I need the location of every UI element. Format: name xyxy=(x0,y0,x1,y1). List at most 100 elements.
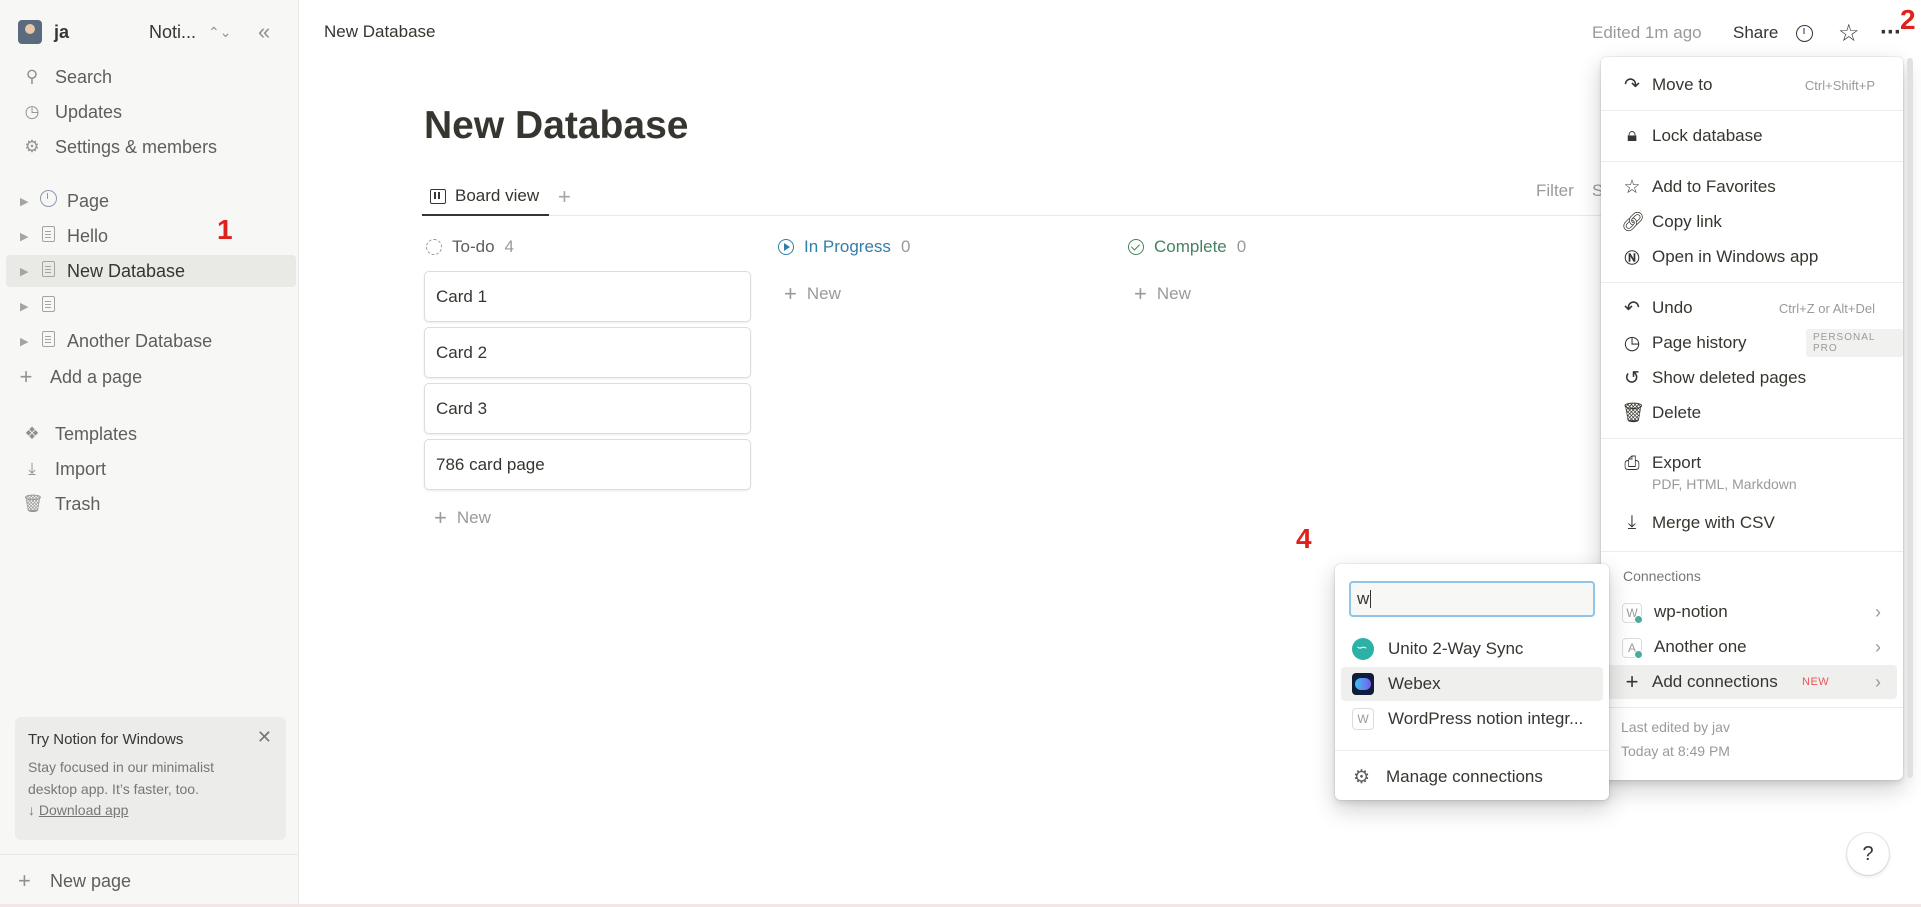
expand-triangle-icon[interactable]: ▶ xyxy=(20,265,28,278)
menu-item-label: Another one xyxy=(1654,637,1747,656)
page-title[interactable]: New Database xyxy=(424,104,688,148)
sidebar-item-page[interactable]: ▶ Page xyxy=(0,185,298,217)
menu-item-open-in-windows-app[interactable]: Ⓝ Open in Windows app xyxy=(1601,240,1903,274)
board-card[interactable]: Card 3 xyxy=(424,383,751,434)
menu-item-page-history[interactable]: ◷ Page history PERSONAL PRO xyxy=(1601,326,1903,360)
trash-icon: 🗑 xyxy=(22,494,44,513)
sidebar-item-hello[interactable]: ▶ Hello xyxy=(0,220,298,252)
shortcut-hint: Ctrl+Z or Alt+Del xyxy=(1778,300,1875,316)
result-label: Webex xyxy=(1388,674,1441,693)
workspace-switcher[interactable]: ja Noti... ⌃⌄ « xyxy=(18,19,288,45)
sidebar-item-redacted[interactable]: ▶ xyxy=(0,290,298,322)
todo-new-button[interactable]: + New xyxy=(434,505,491,531)
column-title: To-do xyxy=(452,237,495,256)
add-page-button[interactable]: + Add a page xyxy=(0,361,298,393)
menu-item-merge-with-csv[interactable]: ⤓ Merge with CSV xyxy=(1601,506,1903,540)
board-card[interactable]: Card 1 xyxy=(424,271,751,322)
menu-item-connection-wp-notion[interactable]: W wp-notion › xyxy=(1601,595,1903,629)
menu-item-subtitle: PDF, HTML, Markdown xyxy=(1652,476,1797,492)
sidebar-updates[interactable]: ◷ Updates xyxy=(0,96,298,128)
menu-item-label: Open in Windows app xyxy=(1652,247,1819,266)
board-icon xyxy=(430,188,446,204)
favorite-star-icon[interactable]: ☆ xyxy=(1838,20,1860,47)
menu-divider xyxy=(1601,110,1903,111)
in-progress-new-button[interactable]: + New xyxy=(784,281,841,307)
todo-status-icon xyxy=(426,239,442,255)
expand-triangle-icon[interactable]: ▶ xyxy=(20,195,28,208)
menu-scrollbar[interactable] xyxy=(1907,58,1913,778)
menu-item-delete[interactable]: 🗑︎ Delete xyxy=(1601,396,1903,430)
complete-new-button[interactable]: + New xyxy=(1134,281,1191,307)
workspace-user: ja xyxy=(54,21,70,42)
more-options-icon[interactable]: ··· xyxy=(1880,19,1902,46)
menu-item-show-deleted-pages[interactable]: ↺ Show deleted pages xyxy=(1601,361,1903,395)
connection-result-wordpress[interactable]: W WordPress notion integr... xyxy=(1335,702,1609,736)
history-button[interactable] xyxy=(1796,20,1813,46)
restore-icon: ↺ xyxy=(1624,367,1640,389)
history-icon: ◷ xyxy=(1623,332,1641,354)
chevron-right-icon: › xyxy=(1875,671,1881,692)
breadcrumb[interactable]: New Database xyxy=(324,22,436,42)
connection-result-unito[interactable]: Unito 2-Way Sync xyxy=(1335,632,1609,666)
column-title: In Progress xyxy=(804,237,891,256)
add-page-label: Add a page xyxy=(50,366,143,387)
expand-triangle-icon[interactable]: ▶ xyxy=(20,300,28,313)
menu-item-label: Undo xyxy=(1652,298,1693,317)
menu-item-add-connections[interactable]: + Add connections NEW › xyxy=(1607,665,1897,699)
connection-result-webex[interactable]: Webex xyxy=(1341,667,1603,701)
expand-triangle-icon[interactable]: ▶ xyxy=(20,230,28,243)
download-app-label: Download app xyxy=(38,802,129,818)
menu-item-lock-database[interactable]: 🔒︎ Lock database xyxy=(1601,119,1903,153)
sidebar-item-another-database[interactable]: ▶ Another Database xyxy=(0,325,298,357)
sidebar-item-label: Search xyxy=(55,66,113,87)
board-card[interactable]: 786 card page xyxy=(424,439,751,490)
menu-item-move-to[interactable]: ↷ Move to Ctrl+Shift+P xyxy=(1601,68,1903,102)
search-icon: ⚲ xyxy=(25,67,39,86)
sidebar-templates[interactable]: ❖ Templates xyxy=(0,418,298,450)
menu-item-copy-link[interactable]: 🔗︎ Copy link xyxy=(1601,205,1903,239)
annotation-marker-1: 1 xyxy=(217,214,233,245)
filter-button[interactable]: Filter xyxy=(1536,181,1574,201)
sidebar-import[interactable]: ⤓ Import xyxy=(0,453,298,485)
board-card[interactable]: Card 2 xyxy=(424,327,751,378)
menu-item-label: Move to xyxy=(1652,75,1713,94)
menu-item-export[interactable]: ⎙ Export PDF, HTML, Markdown xyxy=(1601,446,1903,498)
sidebar-search[interactable]: ⚲ Search xyxy=(0,61,298,93)
new-label: New xyxy=(1156,284,1191,303)
sidebar-settings[interactable]: ⚙ Settings & members xyxy=(0,131,298,163)
new-page-button[interactable]: + New page xyxy=(0,854,298,907)
close-icon[interactable]: ✕ xyxy=(257,727,272,748)
expand-triangle-icon[interactable]: ▶ xyxy=(20,335,28,348)
tab-board-view[interactable]: Board view xyxy=(422,178,550,216)
menu-divider xyxy=(1601,282,1903,283)
share-button[interactable]: Share xyxy=(1733,20,1778,46)
unito-icon xyxy=(1352,638,1374,660)
menu-item-add-to-favorites[interactable]: ☆ Add to Favorites xyxy=(1601,170,1903,204)
plan-badge: PERSONAL PRO xyxy=(1806,329,1903,357)
menu-item-label: Export xyxy=(1652,453,1702,472)
menu-item-undo[interactable]: ↶ Undo Ctrl+Z or Alt+Del xyxy=(1601,291,1903,325)
workspace-name: Noti... xyxy=(149,21,197,42)
edited-status: Edited 1m ago xyxy=(1592,23,1702,42)
menu-item-connection-another-one[interactable]: A Another one › xyxy=(1601,630,1903,664)
column-count: 4 xyxy=(504,237,514,256)
add-view-icon[interactable]: + xyxy=(558,184,571,210)
sidebar: ja Noti... ⌃⌄ « ⚲ Search ◷ Updates ⚙ Set… xyxy=(0,0,299,907)
manage-connections-button[interactable]: ⚙ Manage connections xyxy=(1335,760,1609,794)
menu-divider xyxy=(1601,161,1903,162)
clock-icon: ◷ xyxy=(24,102,40,121)
connection-search-input[interactable]: w xyxy=(1349,581,1595,617)
help-button[interactable]: ? xyxy=(1847,833,1889,875)
shortcut-hint: Ctrl+Shift+P xyxy=(1804,77,1875,93)
avatar xyxy=(18,20,42,44)
double-chevron-left-icon[interactable]: « xyxy=(258,19,270,45)
new-page-label: New page xyxy=(50,870,132,891)
result-label: Unito 2-Way Sync xyxy=(1388,639,1524,658)
clock-icon xyxy=(38,190,58,212)
menu-divider xyxy=(1601,551,1903,552)
sidebar-item-new-database[interactable]: ▶ New Database xyxy=(6,255,296,287)
download-app-link[interactable]: ↓ Download app xyxy=(28,802,273,818)
menu-item-label: Add connections xyxy=(1652,672,1778,691)
sidebar-trash[interactable]: 🗑 Trash xyxy=(0,488,298,520)
menu-item-label: Merge with CSV xyxy=(1652,513,1775,532)
